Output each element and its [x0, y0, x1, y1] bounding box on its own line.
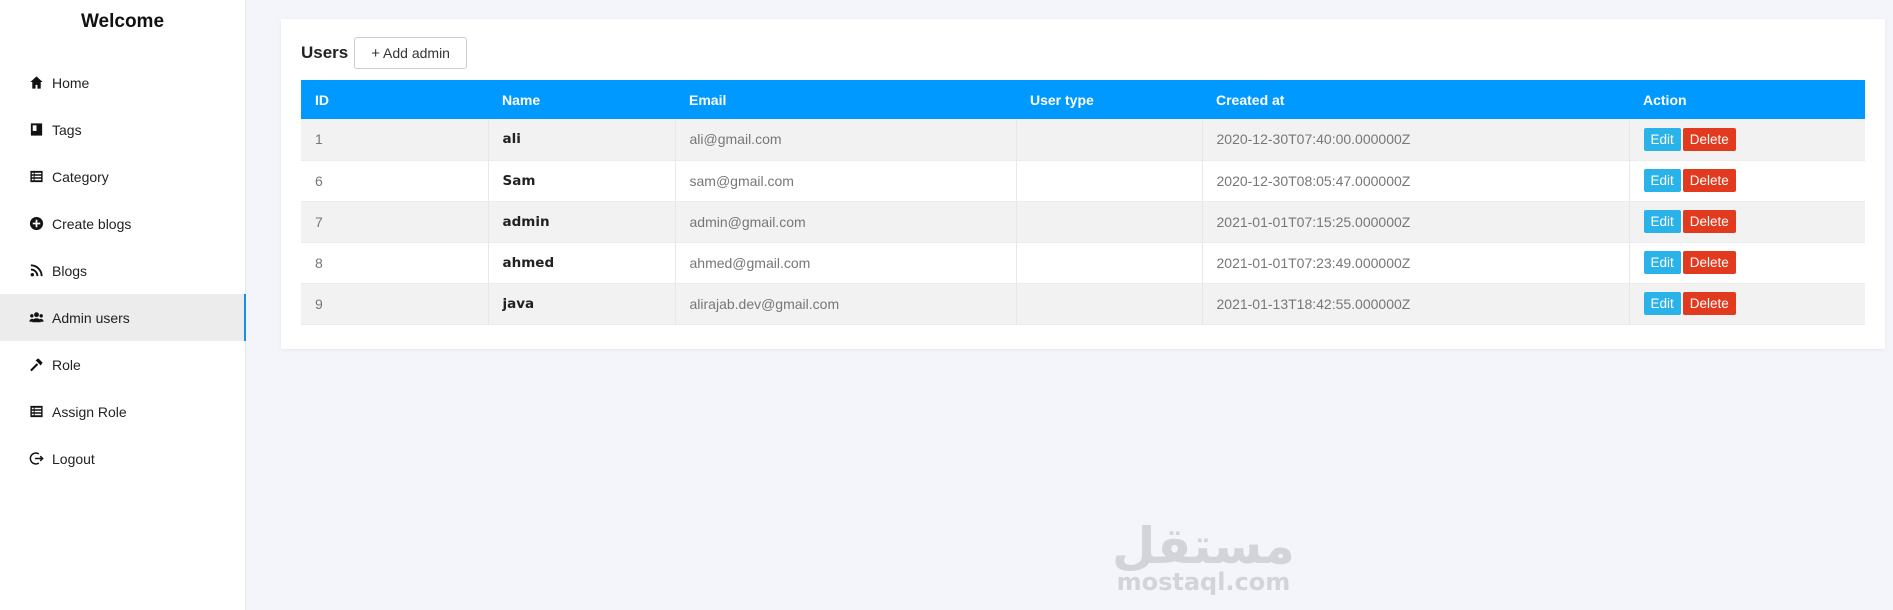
delete-button[interactable]: Delete	[1682, 210, 1736, 233]
cell-action: Edit Delete	[1629, 242, 1865, 283]
sidebar-nav: Home Tags Category Create blogs Blogs Ad…	[0, 59, 246, 482]
sidebar-item-label: Create blogs	[52, 215, 132, 232]
edit-button[interactable]: Edit	[1643, 210, 1681, 233]
column-header-id: ID	[315, 91, 329, 108]
delete-button[interactable]: Delete	[1682, 127, 1736, 151]
sidebar-item-logout[interactable]: Logout	[0, 435, 245, 482]
users-card: Users + Add admin ID Name Email User typ…	[281, 19, 1885, 349]
watermark: مستقل mostaql.com	[1112, 520, 1295, 596]
table-row: 9 java alirajab.dev@gmail.com 2021-01-13…	[301, 283, 1865, 324]
add-admin-button[interactable]: + Add admin	[354, 37, 467, 69]
book-icon	[28, 122, 44, 138]
sidebar-item-tags[interactable]: Tags	[0, 106, 245, 153]
sidebar-title: Welcome	[80, 11, 165, 32]
sidebar-item-blogs[interactable]: Blogs	[0, 247, 245, 294]
cell-id: 6	[301, 160, 489, 201]
edit-button[interactable]: Edit	[1643, 292, 1681, 315]
edit-button[interactable]: Edit	[1643, 169, 1681, 192]
cell-email: admin@gmail.com	[675, 201, 1017, 242]
sidebar-item-admin-users[interactable]: Admin users	[0, 294, 246, 341]
cell-user-type	[1016, 201, 1203, 242]
list-icon	[28, 404, 44, 420]
cell-name: admin	[488, 201, 676, 242]
cell-name: Sam	[488, 160, 676, 201]
hammer-icon	[28, 357, 44, 373]
cell-email: ali@gmail.com	[675, 119, 1017, 160]
cell-created-at: 2021-01-01T07:15:25.000000Z	[1202, 201, 1630, 242]
table-row: 7 admin admin@gmail.com 2021-01-01T07:15…	[301, 201, 1865, 242]
rss-icon	[28, 263, 44, 279]
cell-id: 7	[301, 201, 489, 242]
sidebar-item-create-blogs[interactable]: Create blogs	[0, 200, 245, 247]
plus-icon: +	[371, 44, 381, 62]
users-icon	[28, 310, 44, 326]
sidebar-item-assign-role[interactable]: Assign Role	[0, 388, 245, 435]
sidebar-item-label: Admin users	[52, 309, 130, 326]
users-table: ID Name Email User type Created at Actio…	[301, 80, 1865, 325]
home-icon	[28, 75, 44, 91]
add-admin-label: Add admin	[383, 45, 450, 61]
cell-created-at: 2021-01-13T18:42:55.000000Z	[1202, 283, 1630, 324]
column-header-action: Action	[1643, 91, 1687, 108]
sidebar-item-label: Category	[52, 168, 109, 185]
watermark-arabic: مستقل	[1112, 517, 1295, 575]
cell-created-at: 2021-01-01T07:23:49.000000Z	[1202, 242, 1630, 283]
watermark-latin: mostaql.com	[1116, 568, 1291, 596]
cell-user-type	[1016, 283, 1203, 324]
column-header-user-type: User type	[1030, 91, 1094, 108]
sidebar-item-label: Home	[52, 74, 90, 91]
cell-name: java	[488, 283, 676, 324]
cell-user-type	[1016, 242, 1203, 283]
cell-id: 8	[301, 242, 489, 283]
logout-icon	[28, 451, 44, 467]
delete-button[interactable]: Delete	[1682, 251, 1736, 274]
column-header-name: Name	[502, 91, 541, 108]
cell-name: ahmed	[488, 242, 676, 283]
sidebar-item-label: Tags	[52, 121, 82, 138]
cell-user-type	[1016, 160, 1203, 201]
edit-button[interactable]: Edit	[1643, 127, 1681, 151]
sidebar-item-label: Blogs	[52, 262, 88, 279]
table-header: ID Name Email User type Created at Actio…	[301, 80, 1865, 119]
sidebar-item-role[interactable]: Role	[0, 341, 245, 388]
cell-email: sam@gmail.com	[675, 160, 1017, 201]
cell-action: Edit Delete	[1629, 283, 1865, 324]
table-row: 8 ahmed ahmed@gmail.com 2021-01-01T07:23…	[301, 242, 1865, 283]
edit-button[interactable]: Edit	[1643, 251, 1681, 274]
cell-action: Edit Delete	[1629, 201, 1865, 242]
cell-id: 1	[301, 119, 489, 160]
cell-name: ali	[488, 119, 676, 160]
list-icon	[28, 169, 44, 185]
table-row: 6 Sam sam@gmail.com 2020-12-30T08:05:47.…	[301, 160, 1865, 201]
column-header-email: Email	[689, 91, 727, 108]
sidebar-item-label: Assign Role	[52, 403, 127, 420]
cell-action: Edit Delete	[1629, 119, 1865, 160]
table-row: 1 ali ali@gmail.com 2020-12-30T07:40:00.…	[301, 119, 1865, 160]
delete-button[interactable]: Delete	[1682, 292, 1736, 315]
cell-created-at: 2020-12-30T07:40:00.000000Z	[1202, 119, 1630, 160]
main-content: Users + Add admin ID Name Email User typ…	[246, 0, 1893, 610]
cell-action: Edit Delete	[1629, 160, 1865, 201]
cell-user-type	[1016, 119, 1203, 160]
delete-button[interactable]: Delete	[1682, 169, 1736, 192]
sidebar-item-label: Role	[52, 356, 81, 373]
cell-id: 9	[301, 283, 489, 324]
plus-circle-icon	[28, 216, 44, 232]
app-root: Welcome Home Tags Category Create blogs …	[0, 0, 1893, 610]
cell-created-at: 2020-12-30T08:05:47.000000Z	[1202, 160, 1630, 201]
column-header-created-at: Created at	[1216, 91, 1285, 108]
sidebar-item-category[interactable]: Category	[0, 153, 245, 200]
sidebar: Welcome Home Tags Category Create blogs …	[0, 0, 246, 610]
sidebar-item-label: Logout	[52, 450, 95, 467]
sidebar-item-home[interactable]: Home	[0, 59, 245, 106]
table-body: 1 ali ali@gmail.com 2020-12-30T07:40:00.…	[301, 119, 1865, 324]
card-header: Users + Add admin	[301, 36, 1865, 70]
page-title: Users	[301, 43, 349, 62]
cell-email: ahmed@gmail.com	[675, 242, 1017, 283]
cell-email: alirajab.dev@gmail.com	[675, 283, 1017, 324]
